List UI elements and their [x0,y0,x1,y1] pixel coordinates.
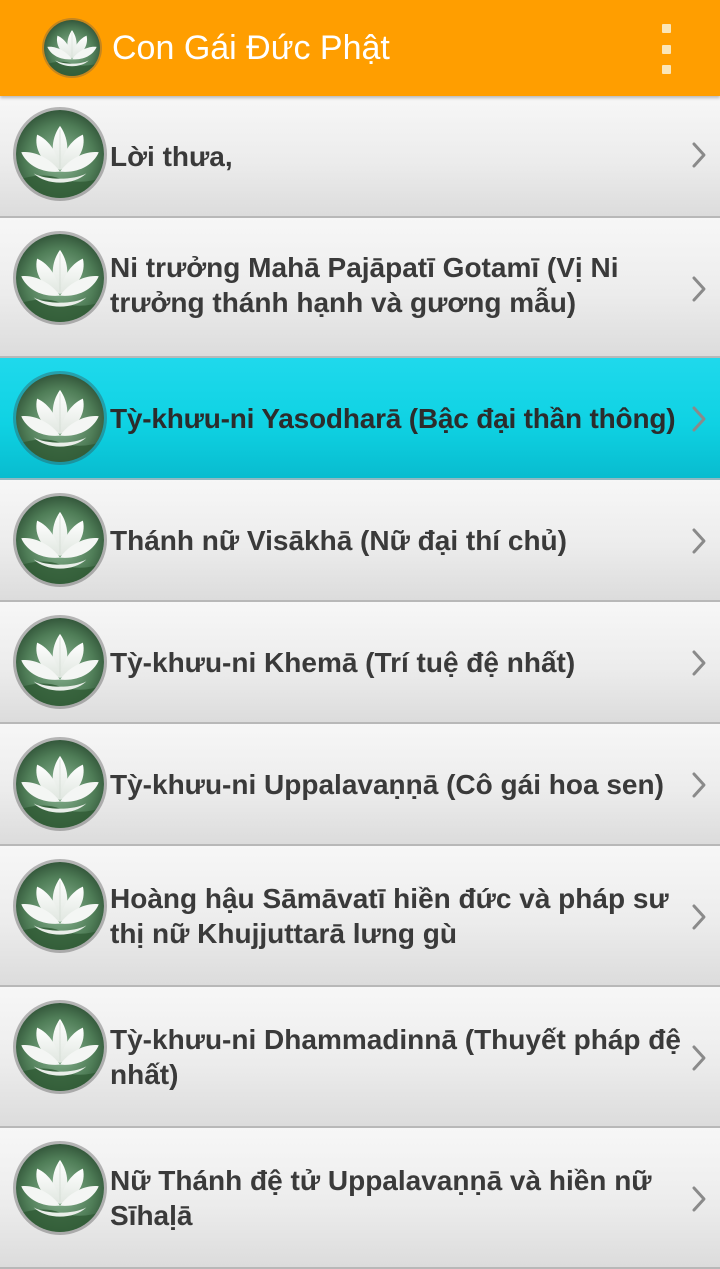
list-item[interactable]: Hoàng hậu Sāmāvatī hiền đức và pháp sư t… [0,846,720,987]
lotus-icon [16,234,104,322]
more-vert-icon[interactable] [648,24,684,74]
lotus-icon [16,374,104,462]
chevron-right-icon [690,902,708,932]
list-item-selected[interactable]: Tỳ-khưu-ni Yasodharā (Bậc đại thần thông… [0,358,720,480]
list-item-label: Tỳ-khưu-ni Uppalavaṇṇā (Cô gái hoa sen) [110,769,664,800]
list-item-label: Lời thưa, [110,141,233,172]
list-item-label: Hoàng hậu Sāmāvatī hiền đức và pháp sư t… [110,883,669,949]
lotus-icon [16,496,104,584]
chevron-right-icon [690,140,708,170]
list-item[interactable]: Nữ Thánh đệ tử Uppalavaṇṇā và hiền nữ Sī… [0,1128,720,1269]
chevron-right-icon [690,274,708,304]
list-item-label: Tỳ-khưu-ni Khemā (Trí tuệ đệ nhất) [110,647,576,678]
list-item-label: Ni trưởng Mahā Pajāpatī Gotamī (Vị Ni tr… [110,252,619,318]
lotus-icon [16,1144,104,1232]
list-item-label: Nữ Thánh đệ tử Uppalavaṇṇā và hiền nữ Sī… [110,1165,652,1231]
list-item[interactable]: Tỳ-khưu-ni Dhammadinnā (Thuyết pháp đệ n… [0,987,720,1128]
list-item-label: Tỳ-khưu-ni Dhammadinnā (Thuyết pháp đệ n… [110,1024,681,1090]
chevron-right-icon [690,648,708,678]
list-item[interactable]: Tỳ-khưu-ni Khemā (Trí tuệ đệ nhất) [0,602,720,724]
chevron-right-icon [690,404,708,434]
app-bar: Con Gái Đức Phật [0,0,720,96]
lotus-icon [16,1003,104,1091]
chevron-right-icon [690,770,708,800]
lotus-icon [16,740,104,828]
list-item[interactable]: Lời thưa, [0,96,720,218]
list-item[interactable]: Ni trưởng Mahā Pajāpatī Gotamī (Vị Ni tr… [0,218,720,358]
lotus-icon [16,618,104,706]
chevron-right-icon [690,526,708,556]
lotus-icon [44,20,100,76]
chapter-list: Lời thưa, Ni trưởng Mahā Pajāpatī Gotamī… [0,96,720,1269]
list-item[interactable]: Tỳ-khưu-ni Uppalavaṇṇā (Cô gái hoa sen) [0,724,720,846]
list-item-label: Thánh nữ Visākhā (Nữ đại thí chủ) [110,525,567,556]
app-title: Con Gái Đức Phật [112,29,390,67]
chevron-right-icon [690,1043,708,1073]
list-item-label: Tỳ-khưu-ni Yasodharā (Bậc đại thần thông… [110,403,676,434]
lotus-icon [16,862,104,950]
list-item[interactable]: Thánh nữ Visākhā (Nữ đại thí chủ) [0,480,720,602]
lotus-icon [16,110,104,198]
chevron-right-icon [690,1184,708,1214]
